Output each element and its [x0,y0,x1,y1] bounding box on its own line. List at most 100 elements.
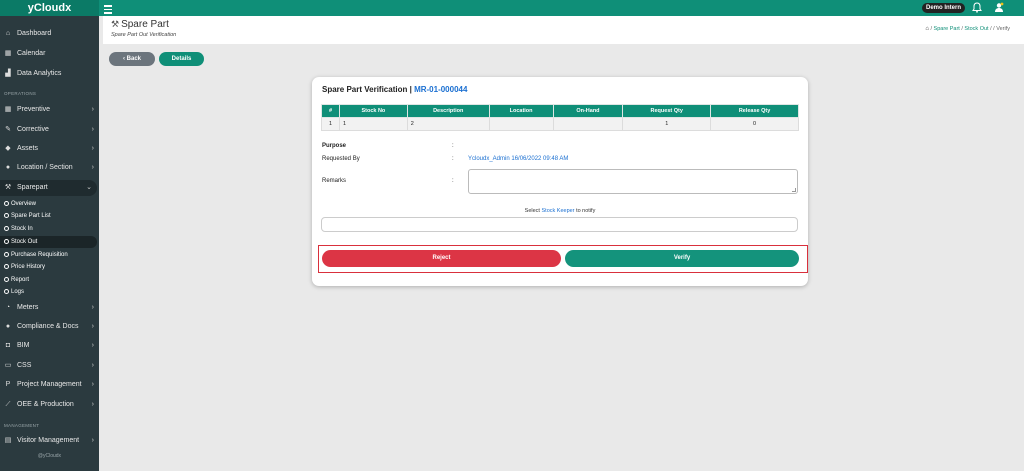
home-icon[interactable]: ⌂ [925,26,929,32]
subitem-logs[interactable]: Logs [0,286,99,298]
back-label: Back [126,56,141,62]
subitem-label: Price History [11,264,46,270]
resize-handle-icon[interactable] [792,188,796,192]
sidebar-item-label: Assets [17,145,39,152]
chevron-right-icon: › [91,106,94,113]
chevron-right-icon: › [91,381,94,388]
top-bar: yCloudx Demo Intern [0,0,1024,16]
stock-keeper-select[interactable] [321,217,798,232]
remarks-label: Remarks [322,178,347,184]
cell-location [488,117,554,131]
subitem-overview[interactable]: Overview [0,198,99,210]
request-ref-link[interactable]: MR-01-000044 [414,85,467,94]
sidebar-item-label: Sparepart [17,184,48,191]
sidebar-item-compliance[interactable]: ● Compliance & Docs › [0,319,99,335]
stock-keeper-link[interactable]: Stock Keeper [542,208,575,214]
reject-button[interactable]: Reject [322,250,561,267]
subitem-stock-in[interactable]: Stock In [0,223,99,235]
spare-part-table: # Stock No Description Location On-Hand … [321,104,799,131]
subitem-purchase-requisition[interactable]: Purchase Requisition [0,249,99,261]
sidebar-footer: @yCloudx [37,453,62,459]
sidebar-item-label: Preventive [17,106,51,113]
subitem-price-history[interactable]: Price History [0,261,99,273]
subitem-report[interactable]: Report [0,274,99,286]
sidebar-item-label: Dashboard [17,30,52,37]
chevron-down-icon: ⌄ [86,184,92,191]
gauge-icon: ◔ [5,304,11,311]
details-button[interactable]: Details [159,52,204,66]
sidebar-item-location[interactable]: ● Location / Section › [0,160,99,176]
sidebar-item-label: Location / Section [17,164,73,171]
calendar-icon: ▦ [4,106,12,113]
circle-icon [4,251,9,257]
circle-icon [4,288,9,294]
breadcrumb-spare-part[interactable]: Spare Part [934,26,960,32]
sidebar-item-preventive[interactable]: ▦ Preventive › [0,102,99,118]
menu-icon[interactable] [104,3,112,14]
cell-index: 1 [321,117,340,131]
circle-icon [4,238,9,244]
breadcrumb-verify: Verify [996,26,1010,32]
map-pin-icon: ● [5,164,11,171]
sidebar-item-dashboard[interactable]: ⌂ Dashboard [0,26,99,42]
cell-stock-no: 1 [338,117,408,131]
col-stock-no[interactable]: Stock No [338,104,408,118]
breadcrumb-stock-out[interactable]: Stock Out [964,26,988,32]
circle-icon [4,200,9,206]
cell-on-hand [552,117,624,131]
page-subtitle: Spare Part Out Verification [111,32,177,38]
sidebar-item-css[interactable]: ▭ CSS › [0,358,99,374]
chevron-right-icon: › [91,164,94,171]
sidebar-item-meters[interactable]: ◔ Meters › [0,300,99,316]
chevron-right-icon: › [91,342,94,349]
sidebar-item-calendar[interactable]: ▦ Calendar [0,46,99,62]
circle-icon [4,276,9,282]
subitem-stock-out[interactable]: Stock Out [0,236,97,248]
verify-button[interactable]: Verify [565,250,799,267]
sidebar-item-oee[interactable]: ⟋ OEE & Production › [0,397,99,413]
back-button[interactable]: ‹ Back [109,52,155,66]
page-title: ⚒ Spare Part [111,19,169,30]
sidebar-item-project-management[interactable]: P Project Management › [0,377,99,393]
remarks-textarea[interactable] [468,169,798,194]
subitem-label: Logs [11,289,25,295]
section-operations: OPERATIONS [4,91,37,96]
col-request-qty[interactable]: Request Qty [622,104,712,118]
col-description[interactable]: Description [406,104,490,118]
sidebar-item-label: Compliance & Docs [17,323,79,330]
sidebar-item-label: CSS [17,362,32,369]
remarks-colon: : [452,178,454,184]
sidebar: ⌂ Dashboard ▦ Calendar ▟ Data Analytics OPE… [0,16,99,471]
bell-icon[interactable] [972,2,982,13]
user-badge[interactable]: Demo Intern [922,3,966,13]
sidebar-item-label: Visitor Management [17,437,80,444]
subitem-spare-part-list[interactable]: Spare Part List [0,210,99,222]
verification-card: Spare Part Verification | MR-01-000044 #… [312,77,808,286]
brand-logo[interactable]: yCloudx [0,0,99,16]
sidebar-item-sparepart[interactable]: ⚒ Sparepart ⌄ [0,180,97,196]
col-release-qty[interactable]: Release Qty [710,104,799,118]
page-header: ⚒ Spare Part Spare Part Out Verification … [103,16,1024,44]
subitem-label: Spare Part List [11,213,51,219]
subitem-label: Report [11,277,30,283]
sidebar-item-corrective[interactable]: ✎ Corrective › [0,122,99,138]
sidebar-item-bim[interactable]: ◘ BIM › [0,338,99,354]
sidebar-item-label: Project Management [17,381,82,388]
chevron-right-icon: › [91,323,94,330]
circle-icon [4,225,9,231]
table-row: 1 1 2 1 0 [321,117,799,131]
sidebar-item-label: Corrective [17,126,49,133]
col-location[interactable]: Location [488,104,554,118]
sidebar-item-data-analytics[interactable]: ▟ Data Analytics [0,66,99,82]
purpose-colon: : [452,143,454,149]
action-buttons-highlight: Reject Verify [318,245,808,273]
id-card-icon: ▤ [4,437,12,444]
user-icon[interactable] [994,2,1004,13]
col-index[interactable]: # [321,104,340,118]
circle-icon [4,212,9,218]
sidebar-item-assets[interactable]: ◆ Assets › [0,141,99,157]
monitor-icon: ▭ [4,362,12,369]
notify-text: Select Stock Keeper to notify [312,208,808,214]
col-on-hand[interactable]: On-Hand [552,104,624,118]
sidebar-item-visitor-management[interactable]: ▤ Visitor Management › [0,433,99,449]
